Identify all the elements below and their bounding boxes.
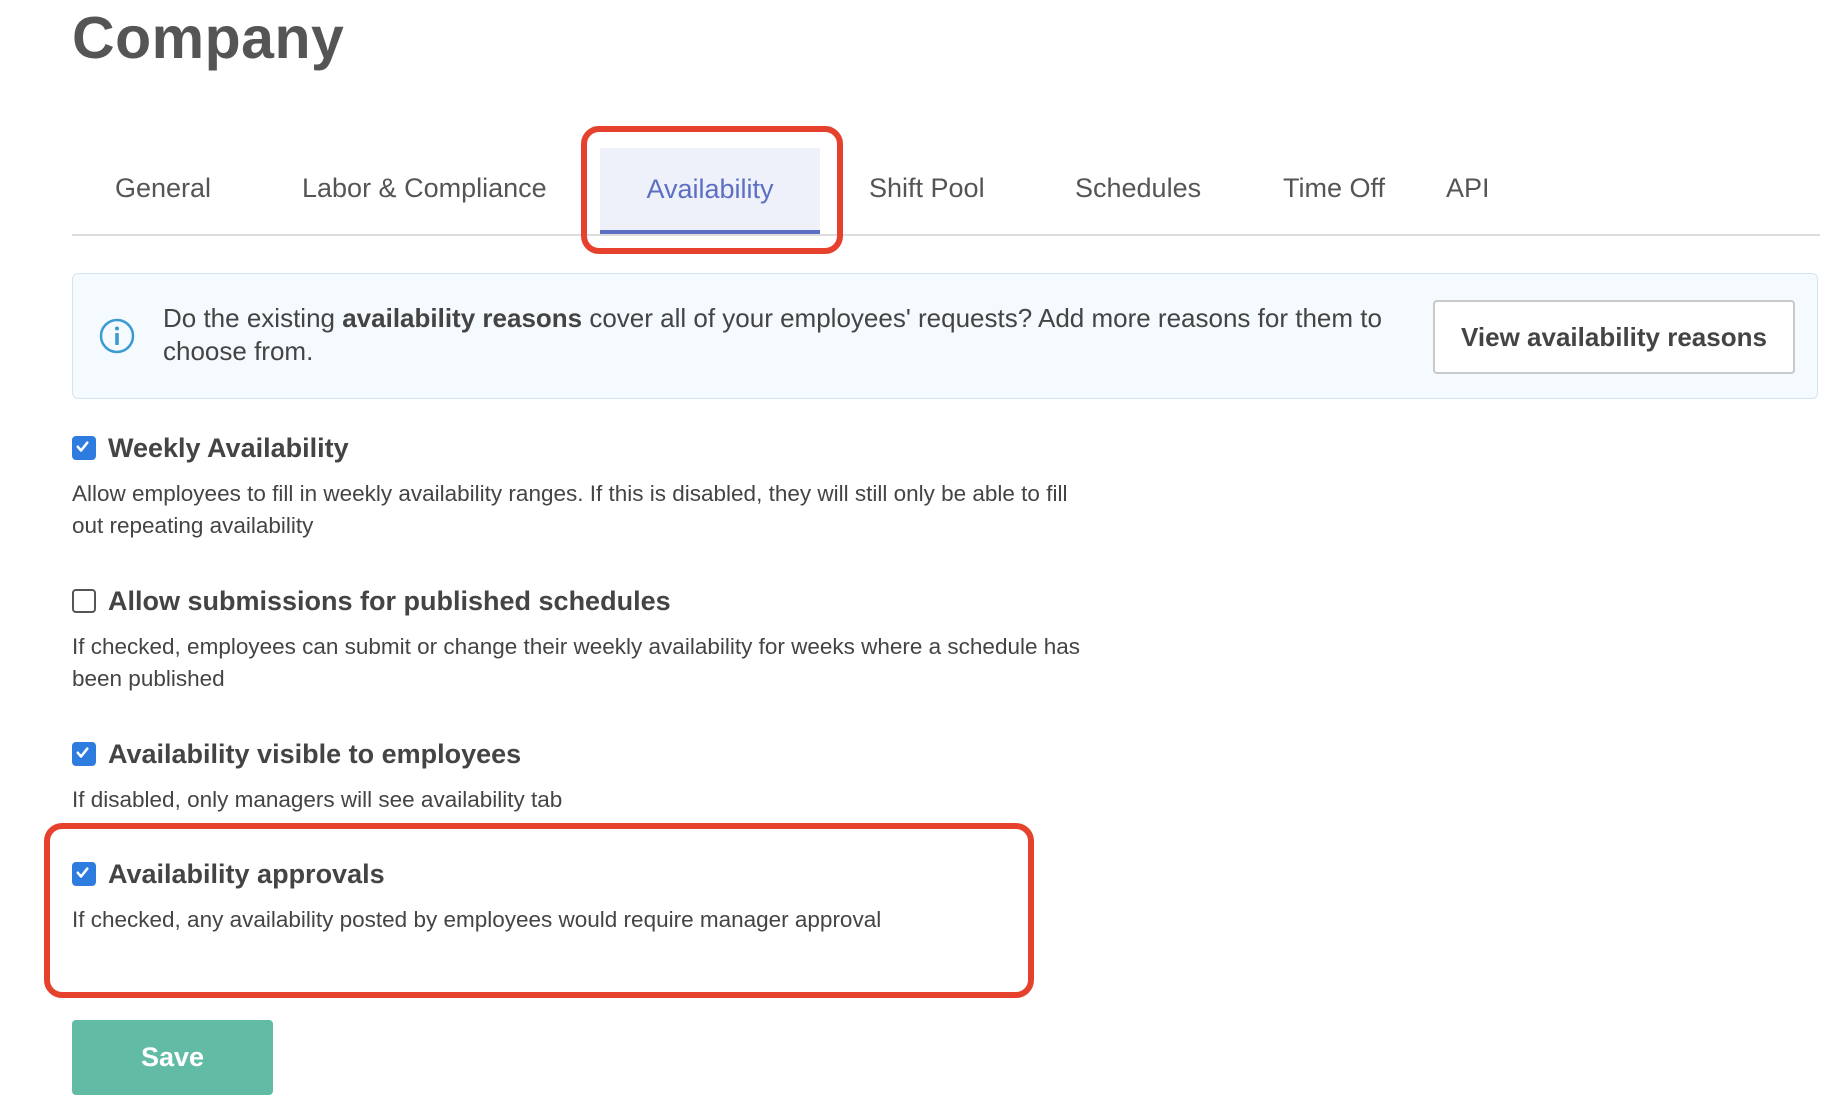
setting-availability-visible: Availability visible to employees If dis… — [72, 734, 1082, 816]
setting-weekly-availability: Weekly Availability Allow employees to f… — [72, 428, 1082, 542]
checkmark-icon — [76, 867, 89, 878]
weekly-availability-checkbox[interactable] — [72, 436, 96, 460]
setting-description: If checked, employees can submit or chan… — [72, 634, 1081, 691]
settings-tabs: General Labor & Compliance Availability … — [72, 130, 1820, 236]
info-banner: Do the existing availability reasons cov… — [72, 273, 1818, 399]
setting-allow-submissions-published: Allow submissions for published schedule… — [72, 581, 1082, 695]
setting-label: Availability visible to employees — [108, 738, 522, 769]
info-text-bold: availability reasons — [342, 303, 583, 333]
info-icon — [99, 318, 135, 354]
page-title: Company — [72, 5, 345, 71]
allow-submissions-checkbox[interactable] — [72, 589, 96, 613]
tab-availability[interactable]: Availability — [600, 148, 820, 234]
view-availability-reasons-button[interactable]: View availability reasons — [1433, 300, 1795, 374]
availability-approvals-checkbox[interactable] — [72, 862, 96, 886]
save-button[interactable]: Save — [72, 1020, 273, 1095]
tab-general[interactable]: General — [115, 130, 211, 230]
setting-description: Allow employees to fill in weekly availa… — [72, 481, 1068, 538]
info-text-prefix: Do the existing — [163, 303, 343, 333]
tab-schedules[interactable]: Schedules — [1075, 130, 1201, 230]
info-banner-text: Do the existing availability reasons cov… — [163, 302, 1403, 368]
tab-labor-compliance[interactable]: Labor & Compliance — [302, 130, 547, 230]
tab-api[interactable]: API — [1446, 130, 1490, 230]
checkmark-icon — [76, 441, 89, 452]
checkmark-icon — [76, 747, 89, 758]
setting-description: If disabled, only managers will see avai… — [72, 787, 563, 812]
availability-visible-checkbox[interactable] — [72, 742, 96, 766]
setting-label: Weekly Availability — [108, 432, 349, 463]
tab-time-off[interactable]: Time Off — [1283, 130, 1385, 230]
setting-label: Availability approvals — [108, 858, 385, 889]
setting-label: Allow submissions for published schedule… — [108, 585, 671, 616]
setting-availability-approvals: Availability approvals If checked, any a… — [72, 854, 1082, 936]
setting-description: If checked, any availability posted by e… — [72, 907, 882, 932]
tab-shift-pool[interactable]: Shift Pool — [869, 130, 985, 230]
